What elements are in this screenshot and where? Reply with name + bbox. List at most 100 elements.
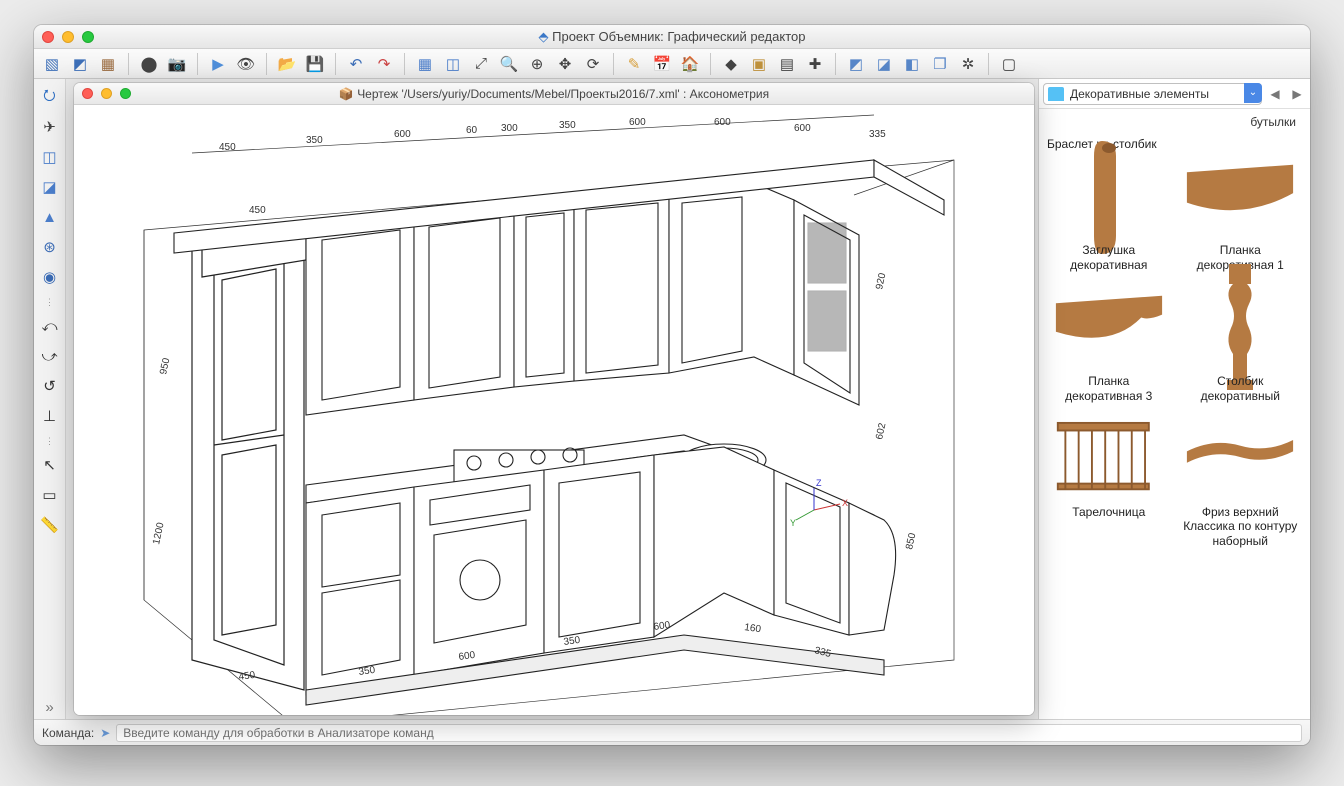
- layout-3-icon[interactable]: ◧: [900, 53, 924, 75]
- cursor-icon[interactable]: ↖: [38, 453, 62, 477]
- undo-icon[interactable]: ↶: [344, 53, 368, 75]
- expand-icon[interactable]: ⤢: [469, 53, 493, 75]
- compass-2-icon[interactable]: ◉: [38, 265, 62, 289]
- dim-bot-4: 600: [653, 620, 671, 633]
- dim-top-5: 350: [559, 120, 576, 131]
- separator-dots-2: ⋮: [45, 436, 54, 447]
- canvas-area: 📦 Чертеж '/Users/yuriy/Documents/Mebel/П…: [66, 79, 1038, 719]
- plank1-thumb-icon: [1185, 151, 1295, 241]
- play-icon[interactable]: ▶: [206, 53, 230, 75]
- left-toolbar: ⭮ ✈ ◫ ◪ ▲ ⊛ ◉ ⋮ ⤺ ⤻ ↺ ⊥ ⋮ ↖ ▭ 📏 »: [34, 79, 66, 719]
- sphere-icon[interactable]: ⬤: [137, 53, 161, 75]
- catalog-item-plank1[interactable]: Планка декоративная 1: [1179, 151, 1303, 272]
- dropdown-arrow-icon: ⌄: [1244, 83, 1262, 103]
- catalog-item-post[interactable]: Столбик декоративный: [1179, 282, 1303, 403]
- dim-top-7: 600: [714, 117, 731, 128]
- drawing-maximize-button[interactable]: [120, 88, 131, 99]
- house-icon[interactable]: 🏠: [678, 53, 702, 75]
- pan-icon[interactable]: ✈: [38, 115, 62, 139]
- catalog-dropdown[interactable]: Декоративные элементы ⌄: [1043, 83, 1262, 105]
- compass-1-icon[interactable]: ⊛: [38, 235, 62, 259]
- dim-v-right-3: 850: [904, 532, 918, 551]
- rect-icon[interactable]: ▭: [38, 483, 62, 507]
- drawing-close-button[interactable]: [82, 88, 93, 99]
- box-icon[interactable]: ▣: [747, 53, 771, 75]
- statusbar: Команда: ➤: [34, 719, 1310, 745]
- drawing-canvas[interactable]: 450 350 600 60 300 350 600 600 600 335 4…: [74, 105, 1034, 715]
- move-icon[interactable]: ✥: [553, 53, 577, 75]
- catalog-prev-button[interactable]: ◀: [1266, 85, 1284, 103]
- cube-tilt-icon[interactable]: ◩: [68, 53, 92, 75]
- dim-v-right-2: 602: [874, 422, 888, 441]
- ruler-icon[interactable]: 📏: [38, 513, 62, 537]
- command-input[interactable]: [116, 724, 1302, 742]
- dim-bot-5: 160: [744, 622, 762, 635]
- catalog-item-plate-rack[interactable]: Тарелочница: [1047, 413, 1171, 548]
- zoom-in-icon[interactable]: ⊕: [525, 53, 549, 75]
- close-view-icon[interactable]: ▢: [997, 53, 1021, 75]
- dim-bot-0: 450: [238, 670, 256, 683]
- maximize-button[interactable]: [82, 31, 94, 43]
- dim-top-2: 600: [394, 129, 411, 140]
- dim-top-4: 300: [501, 123, 518, 134]
- catalog-header: Декоративные элементы ⌄ ◀ ▶: [1039, 79, 1310, 109]
- dim-upper-left: 450: [249, 205, 266, 216]
- grid-icon[interactable]: ▦: [413, 53, 437, 75]
- catalog-next-button[interactable]: ▶: [1288, 85, 1306, 103]
- catalog-item-plate-rack-label: Тарелочница: [1072, 505, 1145, 519]
- cube-blue-icon[interactable]: ▧: [40, 53, 64, 75]
- calendar-icon[interactable]: 📅: [650, 53, 674, 75]
- catalog-item-plug[interactable]: Заглушка декоративная: [1047, 151, 1171, 272]
- catalog-item-plug-label: Заглушка декоративная: [1049, 243, 1169, 272]
- axis-icon[interactable]: ⊥: [38, 404, 62, 428]
- eye-icon[interactable]: 👁: [234, 53, 258, 75]
- catalog-selected-label: Декоративные элементы: [1070, 87, 1209, 101]
- camera-icon[interactable]: 📷: [165, 53, 189, 75]
- save-icon[interactable]: 💾: [303, 53, 327, 75]
- rotate-z-icon[interactable]: ↺: [38, 374, 62, 398]
- svg-text:Z: Z: [816, 478, 822, 488]
- cube-front-icon[interactable]: ◫: [38, 145, 62, 169]
- rotate-x-icon[interactable]: ⤺: [38, 314, 62, 338]
- rotate-y-icon[interactable]: ⤻: [38, 344, 62, 368]
- refresh-icon[interactable]: ⟳: [581, 53, 605, 75]
- cube-wood-icon[interactable]: ▦: [96, 53, 120, 75]
- wand-icon[interactable]: ✎: [622, 53, 646, 75]
- catalog-item-post-label: Столбик декоративный: [1180, 374, 1300, 403]
- expand-tools-icon[interactable]: »: [38, 695, 62, 719]
- catalog-body[interactable]: Гребенка под бутылки Браслет на столбик: [1039, 109, 1310, 719]
- layers-icon[interactable]: ❐: [928, 53, 952, 75]
- dim-v-left-1: 950: [158, 357, 172, 376]
- orbit-icon[interactable]: ⭮: [38, 85, 62, 109]
- close-button[interactable]: [42, 31, 54, 43]
- open-icon[interactable]: 📂: [275, 53, 299, 75]
- frieze-thumb-icon: [1185, 413, 1295, 503]
- drawing-title: Чертеж '/Users/yuriy/Documents/Mebel/Про…: [357, 87, 769, 101]
- wireframe-icon[interactable]: ✲: [956, 53, 980, 75]
- catalog-item-frieze[interactable]: Фриз верхний Классика по контуру наборны…: [1179, 413, 1303, 548]
- drawing-minimize-button[interactable]: [101, 88, 112, 99]
- dim-top-6: 600: [629, 117, 646, 128]
- dim-top-8: 600: [794, 123, 811, 134]
- layout-1-icon[interactable]: ◩: [844, 53, 868, 75]
- dim-top-9: 335: [869, 129, 886, 140]
- command-icon: ➤: [100, 726, 110, 740]
- cube-side-icon[interactable]: ◪: [38, 175, 62, 199]
- drawing-window: 📦 Чертеж '/Users/yuriy/Documents/Mebel/П…: [74, 83, 1034, 715]
- diamond-icon[interactable]: ◆: [719, 53, 743, 75]
- separator-dots: ⋮: [45, 297, 54, 308]
- zoom-icon[interactable]: 🔍: [497, 53, 521, 75]
- catalog-item-plank3[interactable]: Планка декоративная 3: [1047, 282, 1171, 403]
- plug-thumb-icon: [1054, 151, 1164, 241]
- redo-icon[interactable]: ↷: [372, 53, 396, 75]
- dim-top-1: 350: [306, 135, 323, 146]
- svg-text:Y: Y: [790, 518, 796, 528]
- minimize-button[interactable]: [62, 31, 74, 43]
- cone-icon[interactable]: ▲: [38, 205, 62, 229]
- cube-select-icon[interactable]: ◫: [441, 53, 465, 75]
- plus-icon[interactable]: ✚: [803, 53, 827, 75]
- report-icon[interactable]: ▤: [775, 53, 799, 75]
- layout-2-icon[interactable]: ◪: [872, 53, 896, 75]
- content-area: ⭮ ✈ ◫ ◪ ▲ ⊛ ◉ ⋮ ⤺ ⤻ ↺ ⊥ ⋮ ↖ ▭ 📏 »: [34, 79, 1310, 719]
- main-titlebar: ⬘ Проект Объемник: Графический редактор: [34, 25, 1310, 49]
